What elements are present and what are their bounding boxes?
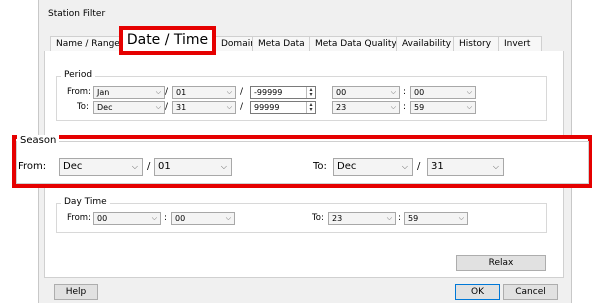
slash-separator: / (147, 161, 151, 172)
tab-availability[interactable]: Availability (396, 36, 459, 52)
day-time-from-minute-select[interactable]: 00 ⌵ (171, 212, 235, 225)
spin-arrows-icon[interactable]: ▴ ▾ (306, 87, 315, 98)
chevron-down-icon: ⌵ (220, 162, 227, 171)
colon-separator: : (403, 102, 407, 112)
period-to-hour-value: 23 (336, 103, 347, 112)
day-time-from-hour-select[interactable]: 00 ⌵ (93, 212, 161, 225)
period-to-year-spinner[interactable]: 99999 ▴ ▾ (250, 101, 316, 114)
day-time-title: Day Time (61, 197, 110, 207)
slash-separator: / (165, 87, 169, 97)
tab-meta-data-quality[interactable]: Meta Data Quality (309, 36, 403, 52)
period-title: Period (61, 70, 96, 80)
season-to-day-value: 31 (431, 161, 444, 172)
period-from-year-spinner[interactable]: -99999 ▴ ▾ (250, 86, 316, 99)
chevron-down-icon: ⌵ (226, 88, 232, 96)
season-from-day-value: 01 (158, 161, 171, 172)
season-title: Season (17, 135, 60, 146)
day-time-to-minute-select[interactable]: 59 ⌵ (404, 212, 468, 225)
day-time-to-hour-select[interactable]: 23 ⌵ (328, 212, 396, 225)
chevron-down-icon: ⌵ (466, 88, 472, 96)
period-to-month-value: Dec (97, 103, 113, 112)
day-time-from-label: From: (67, 213, 91, 223)
tab-history[interactable]: History (453, 36, 502, 52)
period-to-minute-select[interactable]: 59 ⌵ (410, 101, 476, 114)
chevron-down-icon: ⌵ (492, 162, 499, 171)
period-from-year-value: -99999 (254, 88, 283, 97)
season-from-month-select[interactable]: Dec ⌵ (59, 158, 143, 176)
colon-separator: : (164, 213, 168, 223)
day-time-from-minute-value: 00 (175, 214, 186, 223)
tab-date-time[interactable]: Date / Time (119, 26, 216, 55)
day-time-to-hour-value: 23 (332, 214, 343, 223)
period-from-day-value: 01 (176, 88, 187, 97)
season-from-day-select[interactable]: 01 ⌵ (154, 158, 232, 176)
season-to-day-select[interactable]: 31 ⌵ (427, 158, 504, 176)
chevron-down-icon: ⌵ (390, 103, 396, 111)
slash-separator: / (417, 161, 421, 172)
period-to-day-select[interactable]: 31 ⌵ (172, 101, 236, 114)
cancel-button[interactable]: Cancel (503, 284, 558, 300)
period-from-month-select[interactable]: Jan ⌵ (93, 86, 165, 99)
help-button[interactable]: Help (54, 284, 98, 300)
dialog-title: Station Filter (48, 9, 106, 19)
tab-invert[interactable]: Invert (498, 36, 542, 52)
day-time-to-label: To: (312, 213, 324, 223)
chevron-down-icon: ⌵ (131, 162, 138, 171)
period-to-year-value: 99999 (254, 103, 280, 112)
relax-button[interactable]: Relax (456, 255, 546, 271)
chevron-down-icon: ⌵ (155, 88, 161, 96)
chevron-down-icon: ⌵ (401, 162, 408, 171)
colon-separator: : (403, 87, 407, 97)
chevron-down-icon: ⌵ (155, 103, 161, 111)
period-from-hour-select[interactable]: 00 ⌵ (332, 86, 400, 99)
chevron-down-icon: ⌵ (390, 88, 396, 96)
chevron-down-icon: ⌵ (151, 214, 157, 222)
period-from-day-select[interactable]: 01 ⌵ (172, 86, 236, 99)
slash-separator: / (240, 87, 244, 97)
chevron-down-icon: ⌵ (458, 214, 464, 222)
period-from-minute-value: 00 (414, 88, 425, 97)
season-to-month-select[interactable]: Dec ⌵ (333, 158, 413, 176)
chevron-down-icon: ⌵ (225, 214, 231, 222)
season-from-label: From: (18, 161, 47, 172)
period-from-minute-select[interactable]: 00 ⌵ (410, 86, 476, 99)
day-time-from-hour-value: 00 (97, 214, 108, 223)
period-to-day-value: 31 (176, 103, 187, 112)
chevron-down-icon: ⌵ (226, 103, 232, 111)
slash-separator: / (165, 102, 169, 112)
season-to-label: To: (313, 161, 327, 172)
tab-name-range[interactable]: Name / Range (50, 36, 120, 52)
season-from-month-value: Dec (63, 161, 83, 172)
day-time-to-minute-value: 59 (408, 214, 419, 223)
slash-separator: / (240, 102, 244, 112)
colon-separator: : (398, 213, 402, 223)
chevron-down-icon: ⌵ (386, 214, 392, 222)
ok-button[interactable]: OK (455, 284, 500, 300)
period-to-hour-select[interactable]: 23 ⌵ (332, 101, 400, 114)
season-to-month-value: Dec (337, 161, 357, 172)
tab-meta-data[interactable]: Meta Data (252, 36, 310, 52)
period-from-month-value: Jan (97, 88, 110, 97)
chevron-down-icon: ⌵ (466, 103, 472, 111)
period-to-minute-value: 59 (414, 103, 425, 112)
spin-arrows-icon[interactable]: ▴ ▾ (306, 102, 315, 113)
period-from-hour-value: 00 (336, 88, 347, 97)
period-from-label: From: (67, 87, 91, 97)
period-to-label: To: (77, 102, 89, 112)
period-to-month-select[interactable]: Dec ⌵ (93, 101, 165, 114)
